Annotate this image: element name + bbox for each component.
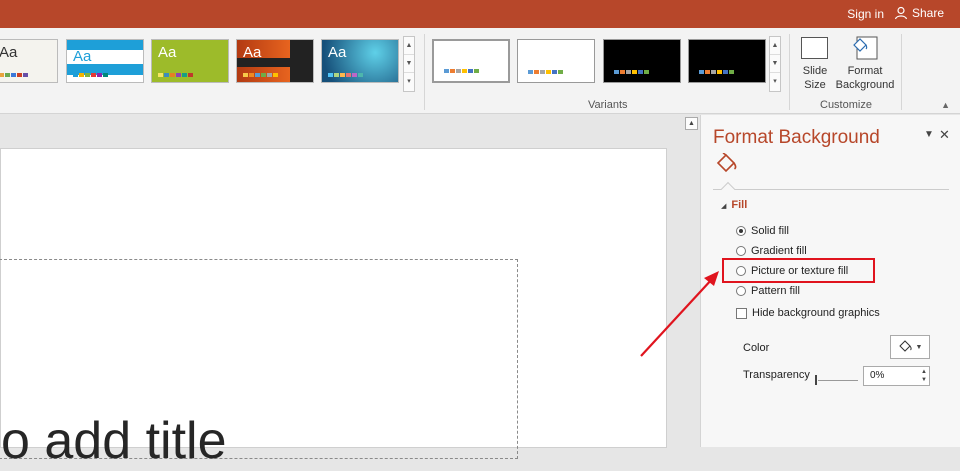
slide-size-label: Slide Size: [802, 65, 828, 91]
annotation-highlight-box: [722, 258, 875, 283]
transparency-slider[interactable]: [814, 374, 858, 386]
pattern-fill-radio[interactable]: [736, 286, 746, 296]
gradient-fill-label: Gradient fill: [751, 245, 807, 257]
theme-thumbnail[interactable]: Aa: [0, 39, 58, 83]
transparency-spinner[interactable]: 0% ▲ ▼: [863, 366, 930, 386]
fill-tab[interactable]: [715, 152, 739, 180]
paint-bucket-icon: [716, 152, 737, 173]
spin-arrows-icon[interactable]: ▲ ▼: [921, 368, 927, 384]
pattern-fill-label: Pattern fill: [751, 285, 800, 297]
scroll-up-icon[interactable]: ▲: [770, 37, 780, 55]
fill-color-picker[interactable]: ▼: [890, 335, 930, 359]
variant-thumbnail[interactable]: [517, 39, 595, 83]
variant-thumbnail[interactable]: [688, 39, 766, 83]
collapse-triangle-icon: ◢: [721, 203, 727, 210]
theme-sample: Aa: [0, 44, 18, 61]
theme-thumbnail[interactable]: Aa: [151, 39, 229, 83]
slide-size-icon: [801, 37, 828, 59]
slider-thumb[interactable]: [815, 375, 817, 385]
close-icon[interactable]: ✕: [939, 127, 950, 143]
customize-group-label: Customize: [820, 99, 872, 111]
vertical-scrollbar[interactable]: ▲: [684, 115, 700, 447]
theme-sample: Aa: [328, 44, 347, 61]
chevron-down-icon: ▼: [915, 343, 923, 351]
variant-thumbnail[interactable]: [603, 39, 681, 83]
format-background-button[interactable]: Format Background: [834, 34, 896, 92]
themes-gallery-scroll[interactable]: ▲ ▼ ▾: [403, 36, 415, 92]
slide-size-button[interactable]: Slide Size: [796, 34, 834, 92]
variants-gallery-scroll[interactable]: ▲ ▼ ▾: [769, 36, 781, 92]
pattern-fill-option[interactable]: Pattern fill: [736, 285, 800, 297]
scroll-down-icon[interactable]: ▼: [770, 55, 780, 73]
scroll-up-icon[interactable]: ▲: [404, 37, 414, 55]
transparency-value: 0%: [870, 370, 885, 381]
title-placeholder-text: o add title: [1, 412, 227, 470]
share-label: Share: [911, 6, 944, 20]
hide-background-graphics-label: Hide background graphics: [752, 307, 880, 319]
transparency-label: Transparency: [743, 369, 810, 381]
scroll-down-icon[interactable]: ▼: [404, 55, 414, 73]
ribbon-design: Aa Aa Aa Aa Aa ▲ ▼ ▾ ▲ ▼ ▾ Variants Slid…: [0, 28, 960, 114]
fill-section-header[interactable]: ◢ Fill: [721, 199, 747, 211]
pane-title: Format Background: [713, 127, 880, 148]
gradient-fill-option[interactable]: Gradient fill: [736, 245, 807, 257]
scroll-up-icon[interactable]: ▲: [685, 117, 698, 130]
sign-in-link[interactable]: Sign in: [847, 7, 884, 21]
collapse-ribbon-icon[interactable]: ▲: [941, 100, 950, 110]
fill-section-label: Fill: [731, 199, 748, 211]
gallery-more-icon[interactable]: ▾: [404, 73, 414, 91]
solid-fill-option[interactable]: Solid fill: [736, 225, 789, 237]
theme-thumbnail[interactable]: Aa: [321, 39, 399, 83]
theme-thumbnail[interactable]: Aa: [236, 39, 314, 83]
person-icon: [894, 6, 908, 20]
hide-background-graphics-checkbox[interactable]: [736, 307, 747, 319]
theme-thumbnail[interactable]: Aa: [66, 39, 144, 83]
slide-canvas[interactable]: o add title: [0, 148, 667, 470]
gradient-fill-radio[interactable]: [736, 246, 746, 256]
variant-thumbnail[interactable]: [432, 39, 510, 83]
format-background-label: Format Background: [835, 65, 895, 91]
color-label: Color: [743, 342, 770, 354]
pane-options-icon[interactable]: ▼: [924, 129, 934, 140]
theme-sample: Aa: [73, 48, 92, 65]
solid-fill-label: Solid fill: [751, 225, 789, 237]
gallery-more-icon[interactable]: ▾: [770, 73, 780, 91]
slide-workspace: o add title ▲: [0, 115, 700, 470]
format-background-icon: [853, 36, 878, 60]
title-bar: Sign in Share: [0, 0, 960, 28]
hide-background-graphics-option[interactable]: Hide background graphics: [736, 307, 880, 319]
paint-bucket-icon: [898, 340, 912, 352]
share-button[interactable]: Share: [894, 6, 944, 20]
theme-sample: Aa: [158, 44, 177, 61]
theme-sample: Aa: [243, 44, 262, 61]
variants-group-label: Variants: [588, 99, 628, 111]
solid-fill-radio[interactable]: [736, 226, 746, 236]
